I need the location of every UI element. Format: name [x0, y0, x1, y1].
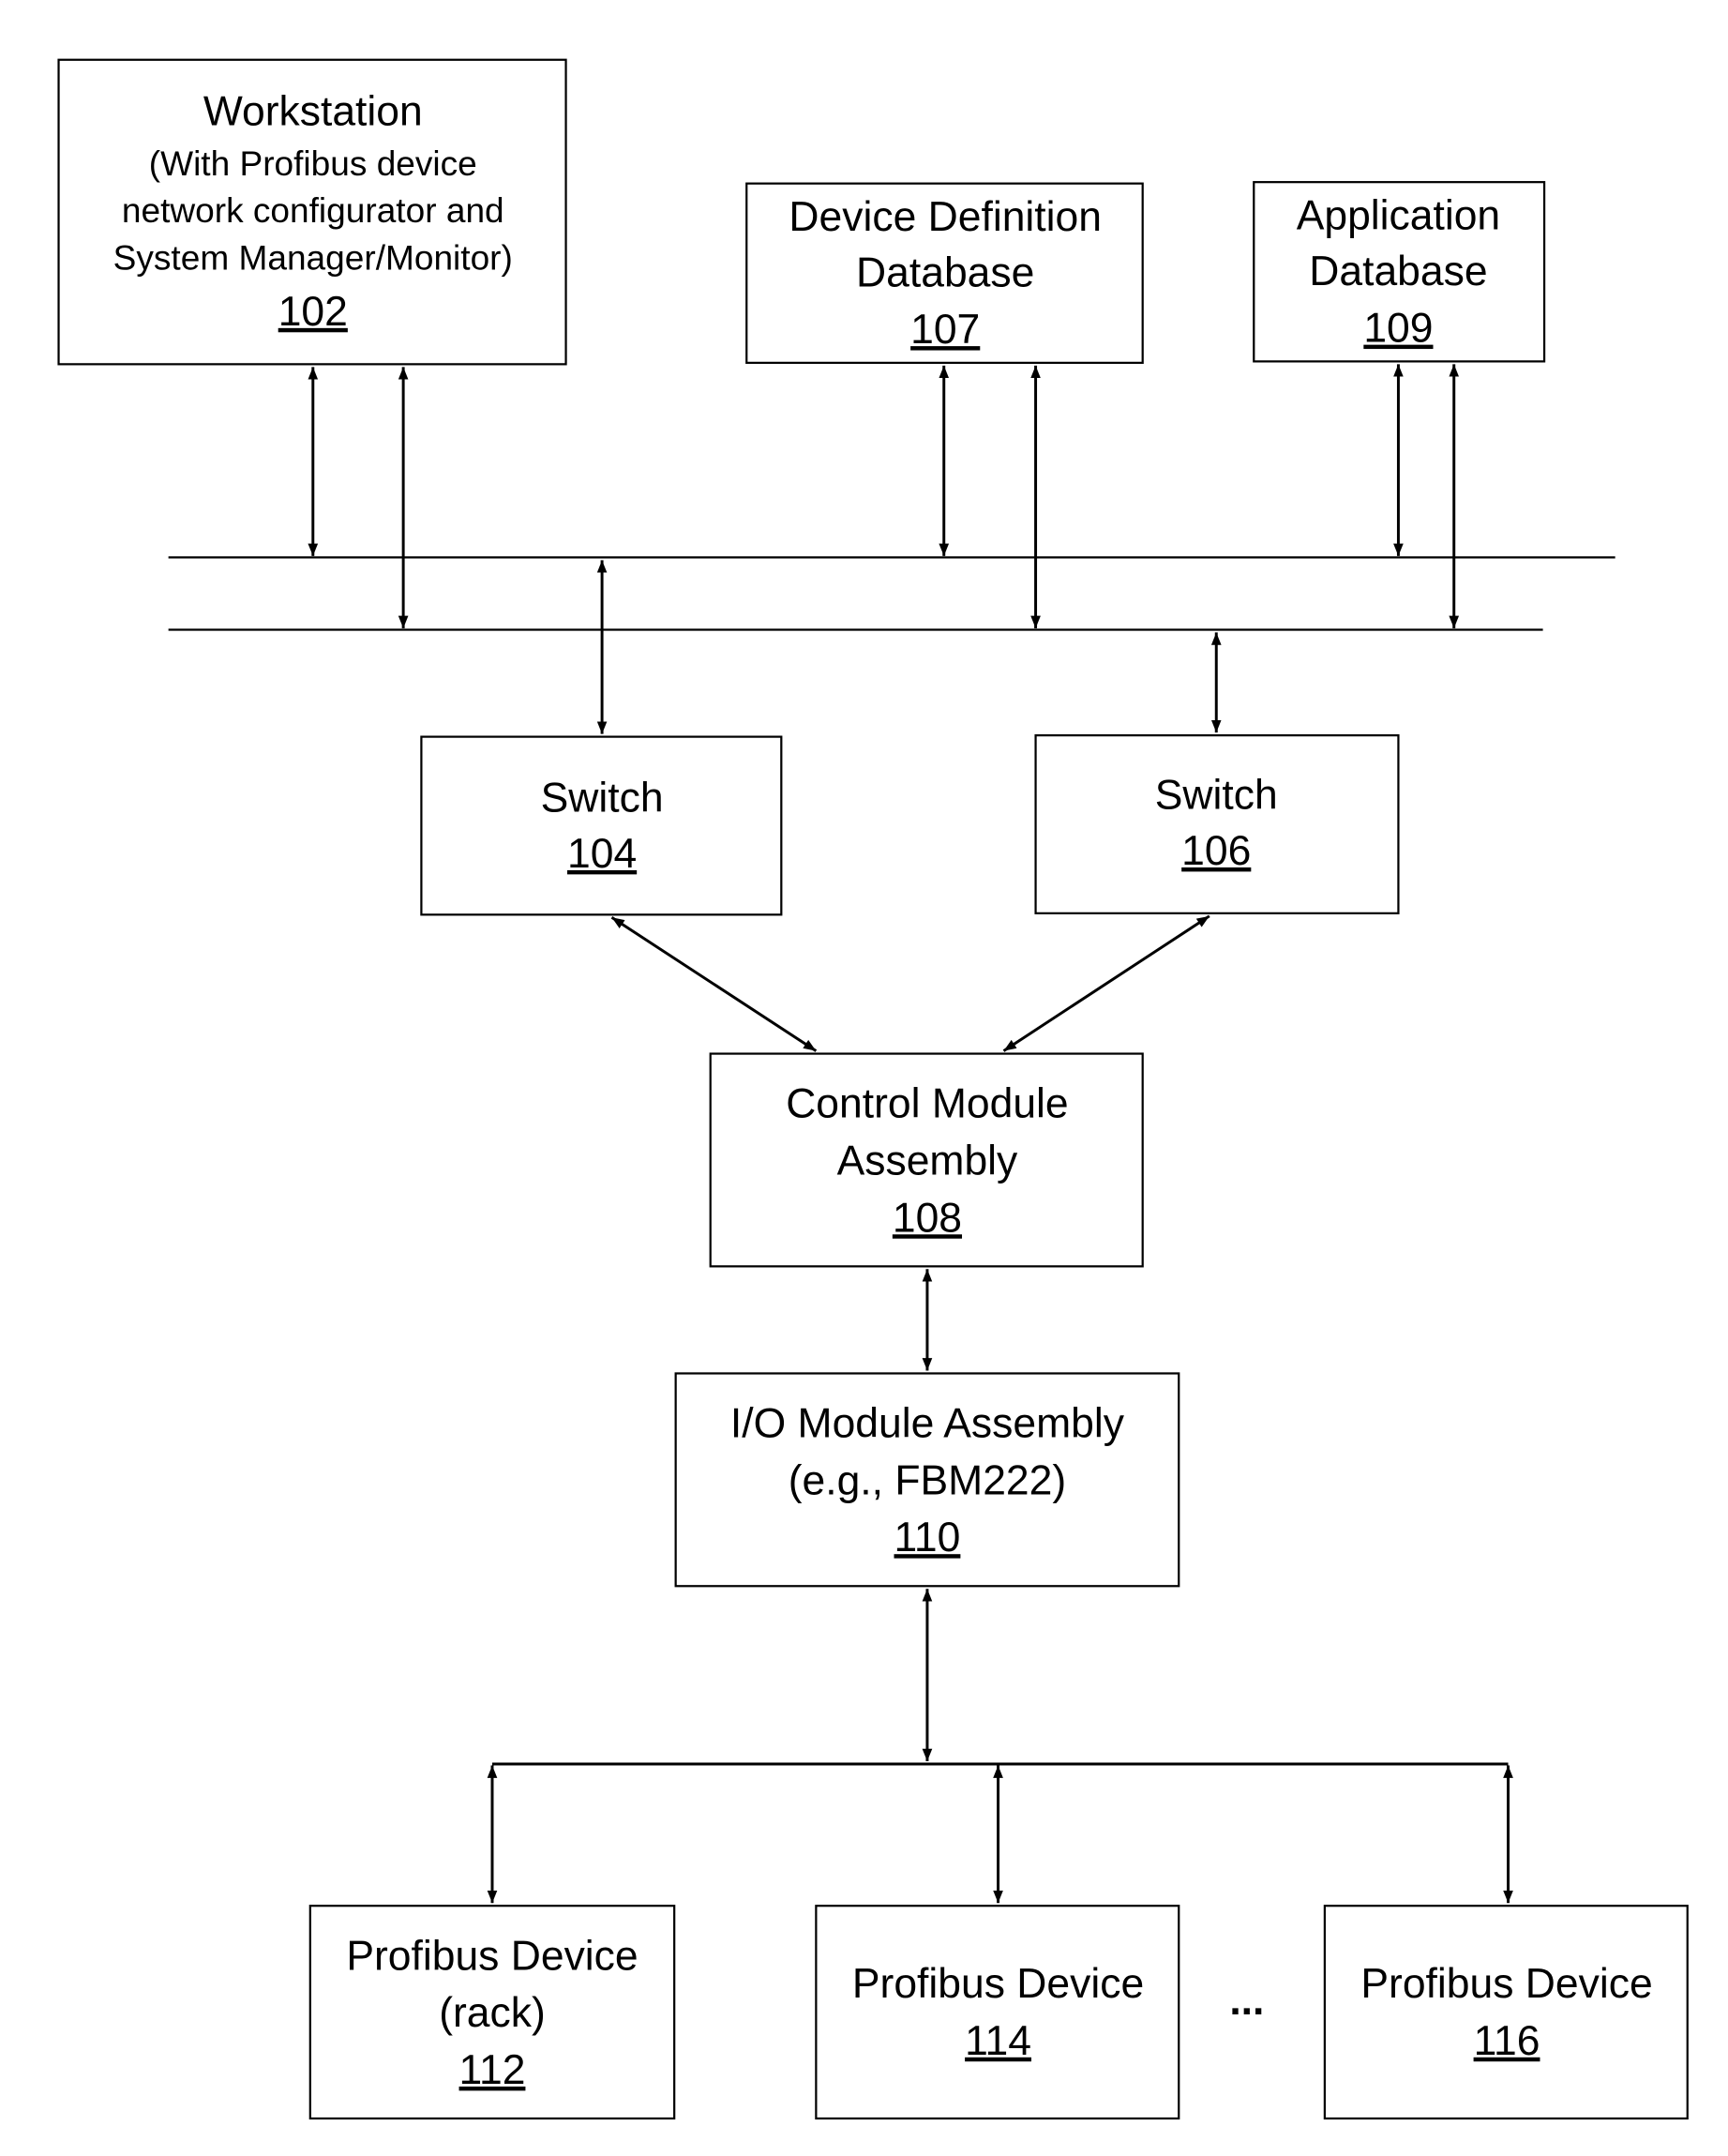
workstation-desc-3: System Manager/Monitor) — [113, 238, 513, 278]
profibus-112-ref: 112 — [459, 2047, 526, 2093]
workstation-desc-1: (With Profibus device — [149, 143, 477, 183]
application-db-ref: 109 — [1363, 306, 1433, 352]
network-diagram: Workstation (With Profibus device networ… — [57, 58, 1689, 2120]
profibus-device-116-node[interactable]: Profibus Device 116 — [1323, 1905, 1689, 2120]
workstation-desc-2: network configurator and — [122, 190, 504, 230]
workstation-node[interactable]: Workstation (With Profibus device networ… — [57, 58, 567, 366]
io-module-ref: 110 — [894, 1515, 961, 1560]
switch-106-label: Switch — [1155, 773, 1278, 819]
profibus-112-label-1: Profibus Device — [346, 1933, 638, 1979]
switch-104-label: Switch — [541, 776, 664, 822]
device-definition-label-2: Database — [856, 249, 1034, 295]
control-module-label-1: Control Module — [786, 1081, 1068, 1127]
profibus-116-label: Profibus Device — [1360, 1961, 1652, 2007]
switch-104-ref: 104 — [567, 831, 637, 877]
io-module-label-2: (e.g., FBM222) — [789, 1457, 1066, 1503]
device-definition-database-node[interactable]: Device Definition Database 107 — [745, 182, 1144, 364]
more-devices-ellipsis: ... — [1229, 1978, 1264, 2024]
io-module-label-1: I/O Module Assembly — [730, 1401, 1125, 1447]
profibus-114-label: Profibus Device — [852, 1961, 1144, 2007]
control-module-label-2: Assembly — [837, 1138, 1018, 1184]
device-definition-label-1: Device Definition — [789, 194, 1102, 240]
application-db-label-1: Application — [1297, 193, 1500, 239]
arrow-switch106-control — [1002, 914, 1210, 1052]
switch-106-ref: 106 — [1181, 828, 1251, 874]
application-database-node[interactable]: Application Database 109 — [1253, 181, 1546, 363]
io-module-node[interactable]: I/O Module Assembly (e.g., FBM222) 110 — [674, 1372, 1180, 1588]
application-db-label-2: Database — [1309, 249, 1487, 294]
profibus-device-112-node[interactable]: Profibus Device (rack) 112 — [308, 1905, 676, 2120]
workstation-title: Workstation — [203, 88, 423, 134]
profibus-116-ref: 116 — [1474, 2018, 1540, 2064]
device-definition-ref: 107 — [910, 307, 980, 353]
switch-104-node[interactable]: Switch 104 — [420, 735, 783, 916]
arrow-switch104-control — [610, 916, 818, 1052]
profibus-device-114-node[interactable]: Profibus Device 114 — [815, 1905, 1180, 2120]
profibus-112-label-2: (rack) — [439, 1990, 546, 2036]
control-module-node[interactable]: Control Module Assembly 108 — [709, 1052, 1144, 1268]
profibus-114-ref: 114 — [965, 2018, 1031, 2064]
workstation-ref: 102 — [278, 289, 348, 335]
control-module-ref: 108 — [893, 1195, 962, 1241]
switch-106-node[interactable]: Switch 106 — [1034, 734, 1400, 914]
